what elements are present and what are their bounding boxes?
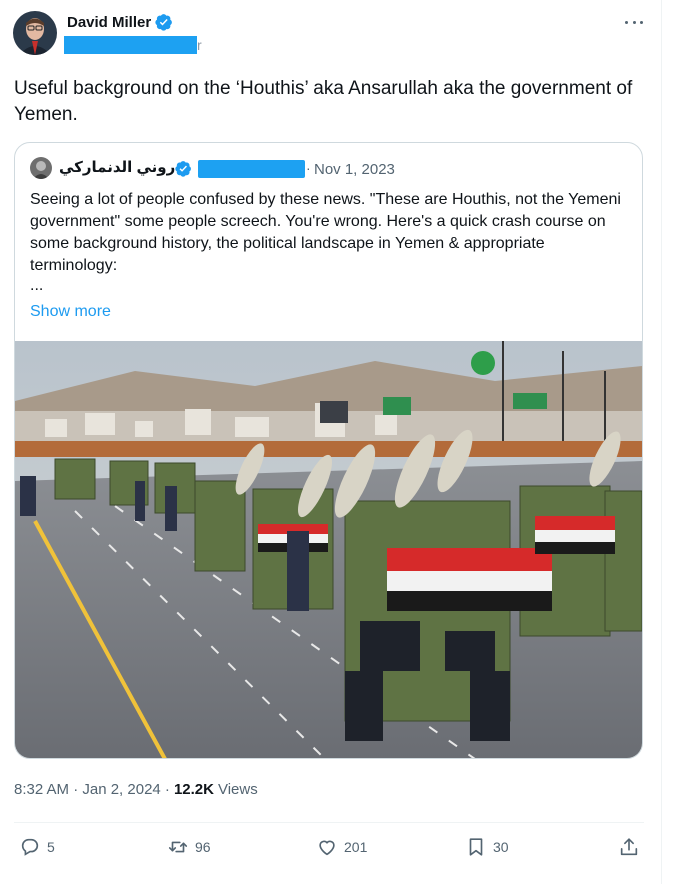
bookmark-count: 30 xyxy=(493,839,509,855)
share-icon xyxy=(620,838,638,856)
handle-tail: r xyxy=(197,37,202,53)
quoted-text: Seeing a lot of people confused by these… xyxy=(30,191,621,274)
bookmark-button[interactable]: 30 xyxy=(465,836,509,858)
quoted-verified-badge-icon xyxy=(175,161,191,177)
share-button[interactable] xyxy=(618,836,640,858)
reply-count: 5 xyxy=(47,839,55,855)
retweet-count: 96 xyxy=(195,839,211,855)
tweet-timestamp[interactable]: 8:32 AM · Jan 2, 2024 · xyxy=(14,781,170,798)
retweet-icon xyxy=(168,841,188,853)
views-count: 12.2K xyxy=(173,781,214,798)
reply-icon xyxy=(21,838,39,856)
redacted-handle xyxy=(64,36,197,54)
military-parade-photo[interactable] xyxy=(15,341,642,759)
quoted-tweet[interactable]: روني الدنماركي · Nov 1, 2023 Seeing a lo… xyxy=(14,142,643,759)
show-more-link[interactable]: Show more xyxy=(30,303,111,321)
quoted-date[interactable]: Nov 1, 2023 xyxy=(314,161,395,178)
views-label: Views xyxy=(217,781,258,798)
reply-button[interactable]: 5 xyxy=(19,836,55,858)
quoted-ellipsis: ... xyxy=(30,277,44,294)
right-border xyxy=(661,0,662,884)
tweet-text: Useful background on the ‘Houthis’ aka A… xyxy=(14,78,633,125)
like-button[interactable]: 201 xyxy=(316,836,367,858)
quoted-author-avatar[interactable] xyxy=(30,157,52,179)
verified-badge-icon xyxy=(155,14,173,31)
like-icon xyxy=(319,840,335,856)
tweet-meta: 8:32 AM · Jan 2, 2024 · 12.2K Views xyxy=(14,781,258,798)
author-name-row[interactable]: David Miller xyxy=(67,13,173,31)
more-icon[interactable] xyxy=(622,14,646,30)
quoted-date-separator: · xyxy=(306,160,311,176)
quoted-redacted-handle xyxy=(198,160,305,178)
author-avatar[interactable] xyxy=(13,11,57,55)
retweet-button[interactable]: 96 xyxy=(167,836,211,858)
divider xyxy=(14,822,644,823)
quoted-author-name[interactable]: روني الدنماركي xyxy=(59,158,175,176)
author-display-name[interactable]: David Miller xyxy=(67,14,151,31)
bookmark-icon xyxy=(469,838,483,856)
like-count: 201 xyxy=(344,839,368,855)
action-bar: 5 96 201 30 xyxy=(0,836,661,862)
